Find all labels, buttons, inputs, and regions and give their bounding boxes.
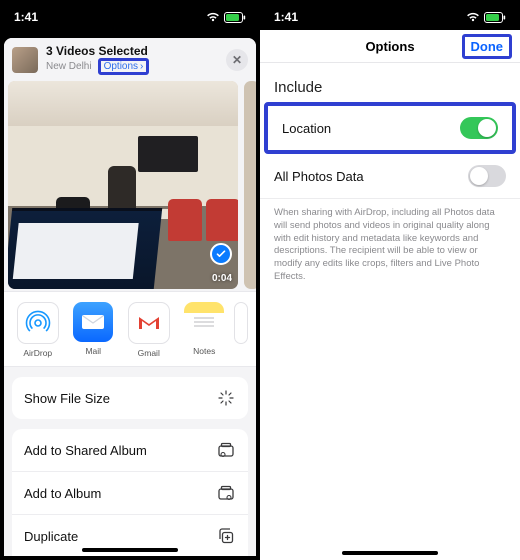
share-app-mail[interactable]: Mail <box>68 302 120 358</box>
share-sheet: 3 Videos Selected New Delhi Options › ✕ <box>4 38 256 556</box>
action-list: Add to Shared Album Add to Album Duplica… <box>12 429 248 556</box>
notes-icon <box>184 302 224 342</box>
row-label: Location <box>282 121 331 136</box>
done-label: Done <box>471 39 504 54</box>
row-label: All Photos Data <box>274 169 364 184</box>
shared-album-icon <box>216 440 236 460</box>
selected-check-icon <box>210 243 232 265</box>
home-indicator[interactable] <box>82 548 178 552</box>
action-list-top: Show File Size <box>12 377 248 419</box>
all-photos-help-text: When sharing with AirDrop, including all… <box>260 199 520 284</box>
row-location[interactable]: Location <box>264 102 516 154</box>
share-apps-row[interactable]: AirDrop Mail Gmail <box>4 291 256 367</box>
preview-video-card[interactable]: 0:04 <box>8 81 238 289</box>
share-header: 3 Videos Selected New Delhi Options › ✕ <box>4 38 256 81</box>
done-button[interactable]: Done <box>462 34 513 59</box>
home-indicator[interactable] <box>342 551 438 555</box>
battery-icon <box>484 12 506 23</box>
share-app-airdrop[interactable]: AirDrop <box>12 302 64 358</box>
close-icon: ✕ <box>232 53 242 67</box>
close-button[interactable]: ✕ <box>226 49 248 71</box>
options-navbar: Options Done <box>260 30 520 63</box>
album-icon <box>216 483 236 503</box>
options-link[interactable]: Options › <box>98 58 150 75</box>
options-panel: Options Done Include Location All Photos… <box>260 30 520 560</box>
status-bar: 1:41 <box>260 0 520 32</box>
app-label: AirDrop <box>12 348 64 358</box>
share-app-gmail[interactable]: Gmail <box>123 302 175 358</box>
app-label: Mail <box>68 346 120 356</box>
all-photos-toggle[interactable] <box>468 165 506 187</box>
action-add-album[interactable]: Add to Album <box>12 472 248 515</box>
action-add-shared-album[interactable]: Add to Shared Album <box>12 429 248 472</box>
app-label: Notes <box>179 346 231 356</box>
video-duration: 0:04 <box>212 273 232 284</box>
options-screen: 1:41 Options Done Include Location <box>260 0 520 560</box>
preview-strip[interactable]: 0:04 <box>4 81 256 291</box>
status-time: 1:41 <box>274 10 298 24</box>
selection-thumbnail <box>12 47 38 73</box>
mail-icon <box>73 302 113 342</box>
selection-subtitle: New Delhi <box>46 61 92 72</box>
status-bar: 1:41 <box>0 0 260 32</box>
location-toggle[interactable] <box>460 117 498 139</box>
wifi-icon <box>206 12 220 22</box>
airdrop-icon <box>17 302 59 344</box>
share-app-notes[interactable]: Notes <box>179 302 231 358</box>
status-time: 1:41 <box>14 10 38 24</box>
action-label: Add to Album <box>24 486 101 501</box>
gmail-icon <box>128 302 170 344</box>
share-sheet-screen: 1:41 3 Videos Selected New Delhi <box>0 0 260 560</box>
action-show-file-size[interactable]: Show File Size <box>12 377 248 419</box>
share-app-more[interactable] <box>234 302 248 358</box>
app-label: Gmail <box>123 348 175 358</box>
action-label: Add to Shared Album <box>24 443 147 458</box>
action-label: Show File Size <box>24 391 110 406</box>
row-all-photos-data[interactable]: All Photos Data <box>260 154 520 199</box>
chevron-right-icon: › <box>140 61 143 72</box>
options-link-label: Options <box>104 61 138 72</box>
wifi-icon <box>466 12 480 22</box>
action-label: Duplicate <box>24 529 78 544</box>
sparkle-icon <box>216 388 236 408</box>
duplicate-icon <box>216 526 236 546</box>
options-title: Options <box>365 39 414 54</box>
video-thumbnail <box>8 81 238 289</box>
selection-title: 3 Videos Selected <box>46 44 226 58</box>
battery-icon <box>224 12 246 23</box>
preview-next-card[interactable] <box>244 81 256 289</box>
section-include-label: Include <box>260 63 520 102</box>
